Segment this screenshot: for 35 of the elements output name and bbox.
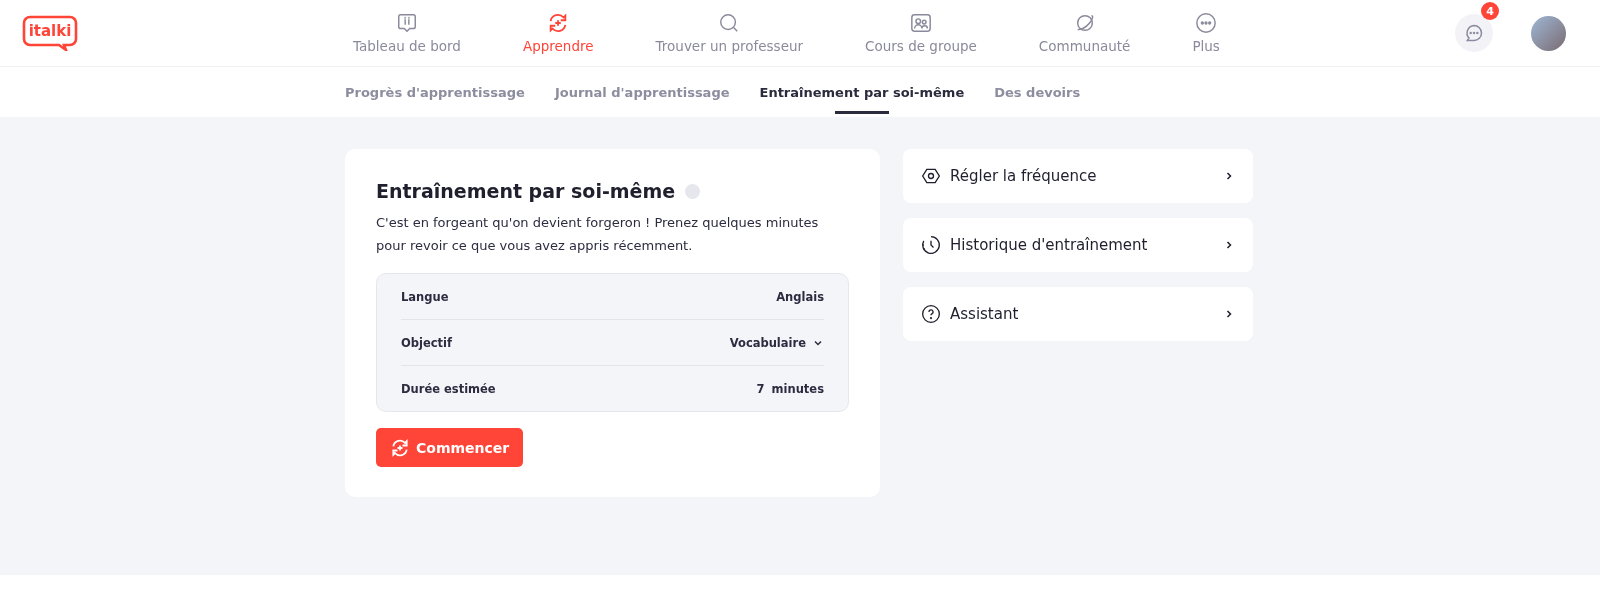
setting-label: Langue — [401, 289, 449, 304]
people-icon — [909, 12, 932, 34]
card-title: Entraînement par soi-même — [376, 180, 676, 202]
messages-button[interactable] — [1455, 14, 1493, 52]
setting-value: Anglais — [776, 289, 824, 304]
nav-tab[interactable]: Apprendre — [491, 12, 625, 54]
menu-link[interactable]: Historique d'entraînement — [903, 218, 1253, 272]
menu-link[interactable]: Régler la fréquence — [903, 149, 1253, 203]
nav-tab[interactable]: Communauté — [1007, 12, 1162, 54]
setting-label: Durée estimée — [401, 381, 496, 396]
start-button[interactable]: Commencer — [376, 428, 524, 467]
notification-count: 4 — [1481, 2, 1499, 20]
menu-link[interactable]: Assistant — [903, 287, 1253, 341]
hexagon-icon — [921, 166, 941, 186]
nav-tab[interactable]: Cours de groupe — [834, 12, 1008, 54]
subnav-tab[interactable]: Des devoirs — [979, 67, 1096, 117]
objective-dropdown[interactable]: Vocabulaire — [729, 335, 824, 350]
nav-tab[interactable]: Plus — [1161, 12, 1251, 54]
question-icon — [921, 304, 941, 324]
nav-tab[interactable]: Trouver un professeur — [624, 12, 835, 54]
setting-label: Objectif — [401, 335, 452, 350]
nav-tab[interactable]: Tableau de bord — [322, 12, 492, 54]
setting-unit: minutes — [771, 381, 824, 396]
chat-icon — [1464, 23, 1484, 43]
logo[interactable]: italki — [22, 15, 78, 51]
speech-bubble-icon — [395, 12, 418, 34]
search-icon — [718, 12, 741, 34]
avatar[interactable] — [1531, 15, 1566, 51]
more-icon — [1195, 12, 1218, 34]
clock-icon — [921, 235, 941, 255]
subnav-tab[interactable]: Progrès d'apprentissage — [330, 67, 540, 117]
refresh-sparkle-icon — [390, 437, 410, 458]
subnav-tab[interactable]: Journal d'apprentissage — [539, 67, 745, 117]
setting-value: 7 — [756, 381, 765, 396]
card-description: C'est en forgeant qu'on devient forgeron ! Prenez quelques minutes pour revoir ce que vous avez appris récemment. — [376, 214, 820, 255]
